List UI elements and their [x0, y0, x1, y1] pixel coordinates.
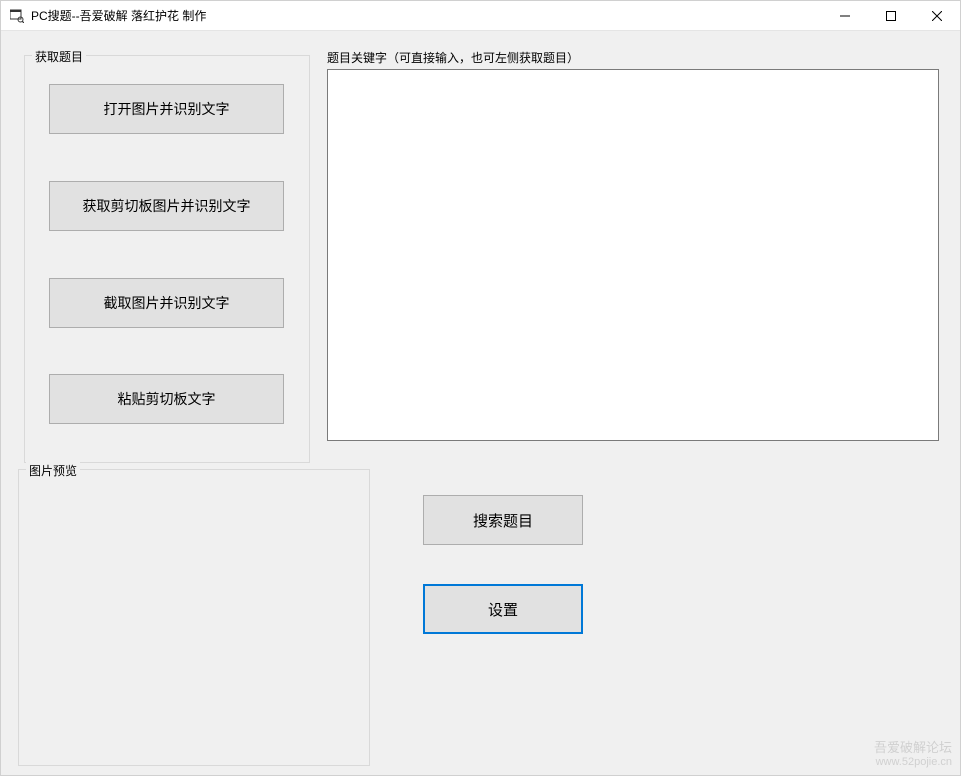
app-icon	[9, 8, 25, 24]
groupbox-acquire: 获取题目 打开图片并识别文字 获取剪切板图片并识别文字 截取图片并识别文字 粘贴…	[24, 55, 310, 463]
app-window: PC搜题--吾爱破解 落红护花 制作 获取题目 打开图片并识别文字 获取剪切板图…	[0, 0, 961, 776]
groupbox-acquire-label: 获取题目	[32, 48, 86, 65]
screenshot-ocr-button[interactable]: 截取图片并识别文字	[49, 278, 284, 328]
watermark-line1: 吾爱破解论坛	[874, 740, 952, 756]
groupbox-preview-label: 图片预览	[26, 462, 80, 479]
search-button[interactable]: 搜索题目	[423, 495, 583, 545]
window-controls	[822, 1, 960, 30]
watermark-line2: www.52pojie.cn	[874, 756, 952, 769]
clipboard-image-ocr-button[interactable]: 获取剪切板图片并识别文字	[49, 181, 284, 231]
keyword-label: 题目关键字（可直接输入，也可左侧获取题目）	[327, 49, 579, 66]
window-title: PC搜题--吾爱破解 落红护花 制作	[31, 7, 822, 24]
client-area: 获取题目 打开图片并识别文字 获取剪切板图片并识别文字 截取图片并识别文字 粘贴…	[1, 31, 960, 775]
watermark: 吾爱破解论坛 www.52pojie.cn	[874, 740, 952, 769]
maximize-button[interactable]	[868, 1, 914, 30]
paste-clipboard-text-button[interactable]: 粘贴剪切板文字	[49, 374, 284, 424]
settings-button[interactable]: 设置	[423, 584, 583, 634]
open-image-ocr-button[interactable]: 打开图片并识别文字	[49, 84, 284, 134]
close-button[interactable]	[914, 1, 960, 30]
keyword-textarea[interactable]	[327, 69, 939, 441]
titlebar: PC搜题--吾爱破解 落红护花 制作	[1, 1, 960, 31]
groupbox-preview: 图片预览	[18, 469, 370, 766]
minimize-button[interactable]	[822, 1, 868, 30]
